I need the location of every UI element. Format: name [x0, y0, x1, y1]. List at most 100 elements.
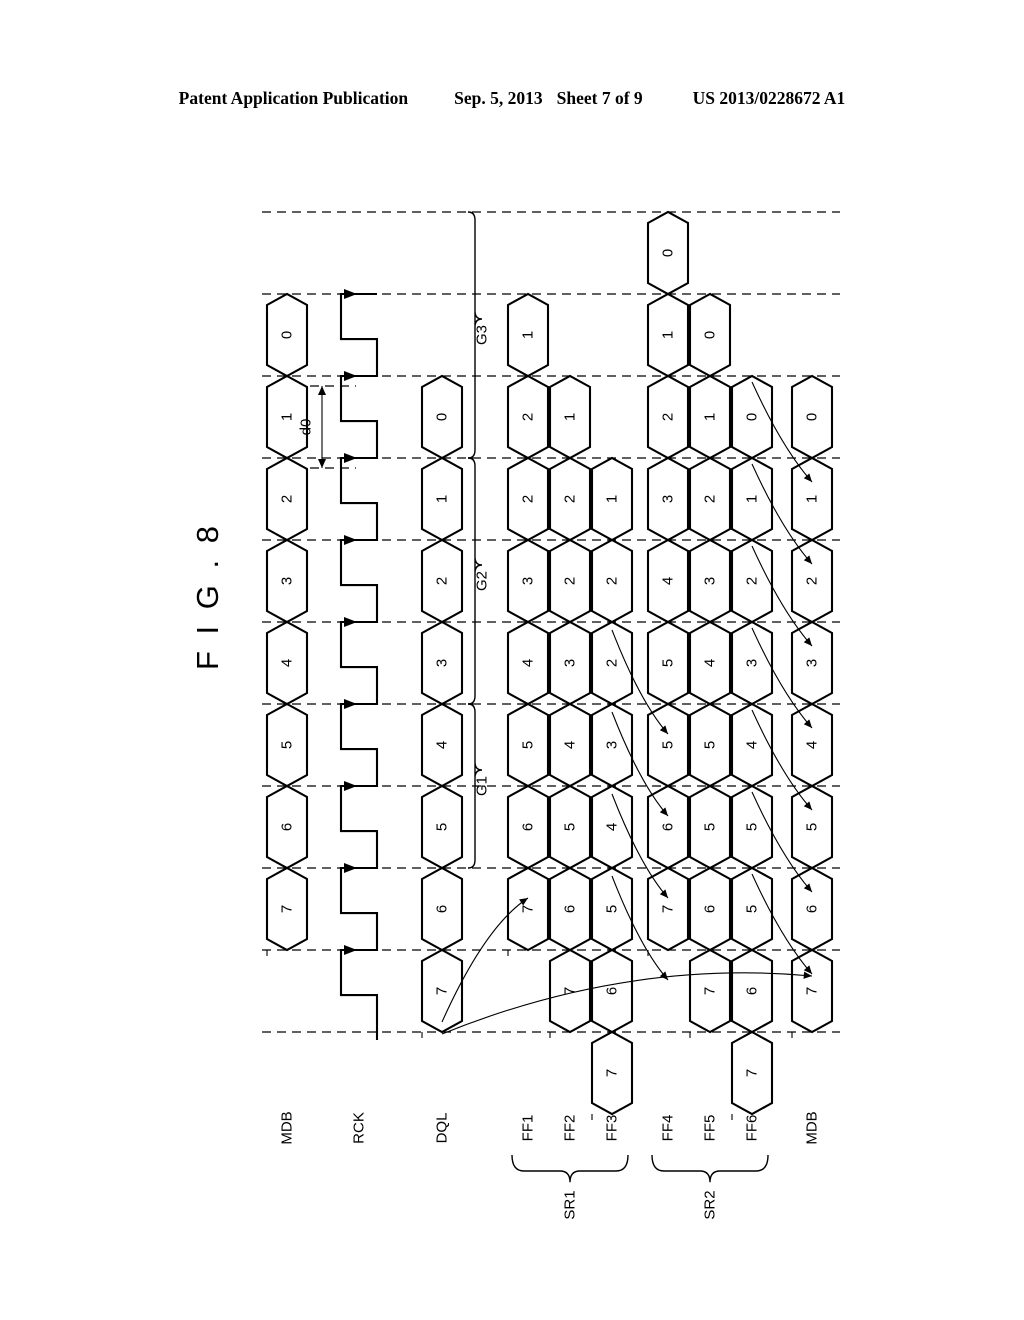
bus-cell: 1 [688, 374, 732, 460]
signal-label-rck-1: RCK [351, 1112, 368, 1144]
bus-cell-value: 3 [279, 577, 296, 585]
register-bracket-label-sr2: SR2 [702, 1190, 719, 1219]
bus-cell-value: 0 [434, 413, 451, 421]
clock-rising-edge-arrow [344, 945, 357, 955]
clock-rising-edge-arrow [344, 863, 357, 873]
bus-cell: 4 [265, 620, 309, 706]
bus-cell-value: 2 [660, 413, 677, 421]
bus-cell-value: 7 [744, 1069, 761, 1077]
register-bracket [651, 1154, 769, 1183]
bus-cell-value: 5 [604, 905, 621, 913]
bus-cell-value: 2 [744, 577, 761, 585]
bus-cell-value: 3 [660, 495, 677, 503]
bus-cell-value: 2 [562, 495, 579, 503]
bus-cell: 6 [265, 784, 309, 870]
d0-arrow-top [318, 386, 326, 395]
bus-cell-value: 4 [702, 659, 719, 667]
bus-cell: 6 [688, 866, 732, 952]
bus-cell-value: 4 [660, 577, 677, 585]
bus-cell: 1 [590, 456, 634, 542]
arrow-head [803, 801, 812, 810]
clock-rising-edge-arrow [344, 617, 357, 627]
bus-cell: 4 [506, 620, 550, 706]
bus-cell-value: 5 [562, 823, 579, 831]
bus-cell-value: 7 [279, 905, 296, 913]
bus-cell-value: 1 [279, 413, 296, 421]
bus-cell: 7 [790, 948, 834, 1034]
bus-cell: 3 [790, 620, 834, 706]
bus-cell-value: 3 [520, 577, 537, 585]
bus-cell: 4 [420, 702, 464, 788]
bus-cell: 2 [646, 374, 690, 460]
bus-cell: 3 [688, 538, 732, 624]
bus-cell-value: 4 [604, 823, 621, 831]
bus-cell-value: 6 [562, 905, 579, 913]
bus-cell: 5 [730, 866, 774, 952]
clock-rising-edge-arrow [344, 535, 357, 545]
bus-cell: 3 [420, 620, 464, 706]
bus-cell: 1 [506, 292, 550, 378]
data-transfer-arrow [611, 629, 669, 735]
bus-cell-value: 2 [520, 413, 537, 421]
bus-cell: 6 [548, 866, 592, 952]
data-transfer-arrow [751, 463, 813, 565]
bus-cell-value: 1 [434, 495, 451, 503]
bus-cell: 3 [548, 620, 592, 706]
arrow-head [803, 719, 812, 728]
bus-cell-value: 5 [660, 659, 677, 667]
arrow-head [659, 807, 668, 816]
bus-cell: 1 [265, 374, 309, 460]
bus-cell: 4 [688, 620, 732, 706]
bus-cell: 2 [420, 538, 464, 624]
bus-cell: 5 [688, 784, 732, 870]
bus-cell: 2 [730, 538, 774, 624]
bus-cell-value: 4 [279, 659, 296, 667]
arrow-head [659, 889, 668, 898]
clock-waveform [339, 292, 379, 1040]
bus-cell: 7 [420, 948, 464, 1034]
bus-cell-value: 6 [804, 905, 821, 913]
bus-cell-value: 6 [520, 823, 537, 831]
bus-cell-value: 0 [279, 331, 296, 339]
bus-cell-value: 6 [660, 823, 677, 831]
bus-cell-value: 3 [744, 659, 761, 667]
register-bracket [511, 1154, 629, 1183]
bus-cell: 7 [730, 1030, 774, 1116]
bus-cell: 0 [790, 374, 834, 460]
bus-cell: 6 [506, 784, 550, 870]
bus-cell-value: 1 [562, 413, 579, 421]
bus-cell: 6 [790, 866, 834, 952]
signal-label-ff6-8: FF6 [744, 1115, 761, 1142]
bus-cell: 5 [548, 784, 592, 870]
bus-cell: 3 [265, 538, 309, 624]
bus-cell: 2 [790, 538, 834, 624]
bus-cell-value: 1 [744, 495, 761, 503]
bus-cell: 0 [730, 374, 774, 460]
bus-cell-value: 2 [279, 495, 296, 503]
bus-cell: 1 [420, 456, 464, 542]
signal-label-mdb-9: MDB [804, 1111, 821, 1144]
signal-label-ff5-7: FF5 [702, 1115, 719, 1142]
bus-cell-value: 7 [604, 1069, 621, 1077]
data-transfer-arrow [751, 381, 813, 483]
bus-cell-value: 0 [702, 331, 719, 339]
bus-cell: 5 [420, 784, 464, 870]
bus-cell-value: 6 [744, 987, 761, 995]
bus-cell-value: 1 [804, 495, 821, 503]
clock-rising-edge-arrow [344, 371, 357, 381]
bus-cell-value: 5 [660, 741, 677, 749]
signal-label-ff3-5: FF3 [604, 1115, 621, 1142]
bus-cell: 2 [548, 538, 592, 624]
bus-cell-value: 2 [702, 495, 719, 503]
bus-cell-value: 0 [744, 413, 761, 421]
bus-cell: 0 [420, 374, 464, 460]
data-transfer-arrow [751, 791, 813, 893]
data-transfer-arrow [751, 709, 813, 811]
bus-cell: 2 [506, 456, 550, 542]
bus-cell: 2 [548, 456, 592, 542]
bus-cell-value: 5 [744, 905, 761, 913]
bus-cell: 5 [506, 702, 550, 788]
bus-cell-value: 6 [434, 905, 451, 913]
bus-cell-value: 6 [604, 987, 621, 995]
bus-cell: 7 [590, 1030, 634, 1116]
